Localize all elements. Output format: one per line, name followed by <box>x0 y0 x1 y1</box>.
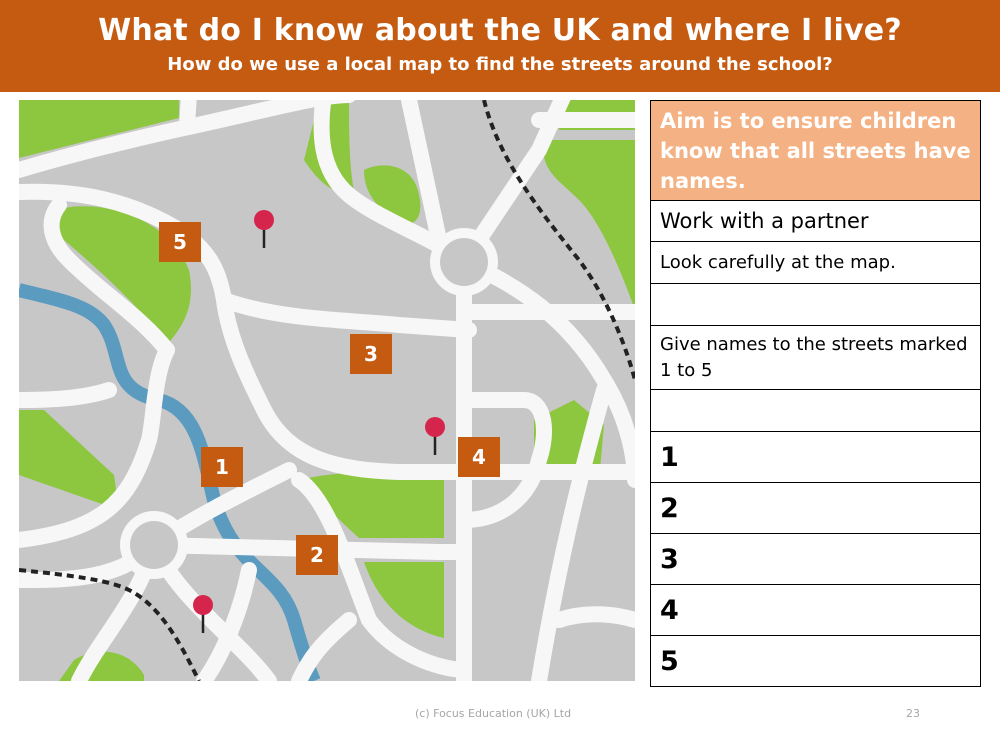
copyright-credit: (c) Focus Education (UK) Ltd <box>415 707 572 720</box>
instruction-look: Look carefully at the map. <box>651 242 980 284</box>
answer-number: 4 <box>660 594 679 626</box>
road <box>551 606 635 628</box>
answer-number: 3 <box>660 543 679 575</box>
instruction-partner: Work with a partner <box>651 201 980 242</box>
answer-row-3[interactable]: 3 <box>651 534 980 585</box>
aim-text: Aim is to ensure children know that all … <box>660 108 971 193</box>
street-marker-5: 5 <box>159 222 201 262</box>
instructions-panel: Aim is to ensure children know that all … <box>650 100 981 687</box>
map-illustration <box>19 100 635 681</box>
answer-number: 2 <box>660 492 679 524</box>
street-map: 1 2 3 4 5 <box>19 100 635 681</box>
instruction-give-names-text: Give names to the streets marked 1 to 5 <box>660 333 968 381</box>
answer-number: 1 <box>660 441 679 473</box>
street-marker-4: 4 <box>458 437 500 477</box>
roundabout-bottom-centre <box>130 521 178 569</box>
instruction-partner-text: Work with a partner <box>660 209 869 233</box>
instruction-look-text: Look carefully at the map. <box>660 252 896 273</box>
instruction-give-names: Give names to the streets marked 1 to 5 <box>651 326 980 390</box>
page-subtitle: How do we use a local map to find the st… <box>167 54 833 75</box>
answer-row-1[interactable]: 1 <box>651 432 980 483</box>
street-marker-1: 1 <box>201 447 243 487</box>
answer-row-4[interactable]: 4 <box>651 585 980 636</box>
aim-statement: Aim is to ensure children know that all … <box>651 101 980 201</box>
answer-row-2[interactable]: 2 <box>651 483 980 534</box>
page-number: 23 <box>906 707 920 720</box>
roundabout-top-centre <box>440 238 488 286</box>
page-title: What do I know about the UK and where I … <box>98 13 902 48</box>
blank-row <box>651 284 980 326</box>
blank-row <box>651 390 980 432</box>
header-banner: What do I know about the UK and where I … <box>0 0 1000 92</box>
street-marker-3: 3 <box>350 334 392 374</box>
answer-row-5[interactable]: 5 <box>651 636 980 687</box>
road <box>179 100 197 133</box>
street-marker-2: 2 <box>296 535 338 575</box>
answer-number: 5 <box>660 645 679 677</box>
